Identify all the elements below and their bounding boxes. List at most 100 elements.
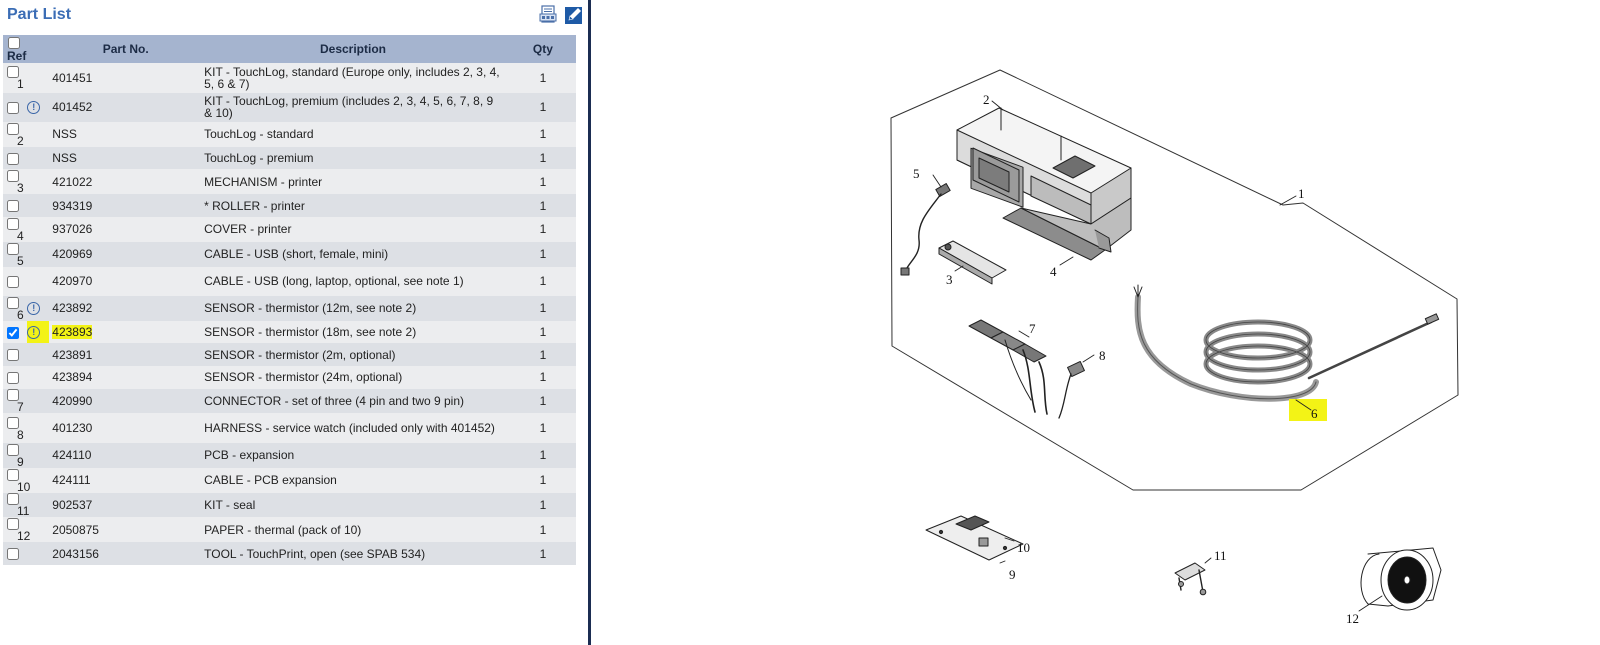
row-ref-cell: 1 [3, 63, 28, 93]
row-select-checkbox[interactable] [7, 101, 19, 114]
row-part-number: 423893 [49, 320, 200, 344]
part-number-text: 423893 [52, 325, 93, 340]
pdf-print-icon[interactable] [539, 5, 559, 25]
row-ref-cell: 8 [3, 413, 28, 443]
callout-8[interactable]: 8 [1099, 348, 1106, 363]
callout-10[interactable]: 10 [1017, 540, 1030, 555]
row-note-cell: ! [27, 92, 50, 122]
table-row[interactable]: ! 401452 KIT - TouchLog, premium (includes… [3, 92, 576, 122]
thermal-paper-drawing [1360, 547, 1442, 611]
table-row[interactable]: ! 423893 SENSOR - thermistor (18m, see not… [3, 320, 576, 344]
edit-pencil-icon[interactable] [564, 5, 584, 25]
row-select-checkbox[interactable] [7, 547, 19, 560]
table-row[interactable]: 12 2050875 PAPER - thermal (pack of 10) 1 [3, 517, 576, 543]
row-description: CONNECTOR - set of three (4 pin and two … [199, 388, 510, 414]
table-row[interactable]: 1 401451 KIT - TouchLog, standard (Europe … [3, 63, 576, 93]
row-qty: 1 [509, 320, 576, 344]
table-row[interactable]: 5 420969 CABLE - USB (short, female, mini)… [3, 241, 576, 268]
row-select-checkbox[interactable] [7, 275, 19, 288]
table-row[interactable]: 3 421022 MECHANISM - printer 1 [3, 169, 576, 195]
select-all-checkbox[interactable] [8, 36, 20, 49]
part-number-text: 420990 [52, 394, 93, 409]
callout-6[interactable]: 6 [1311, 406, 1318, 421]
table-row[interactable]: NSS TouchLog - premium 1 [3, 146, 576, 170]
row-description: SENSOR - thermistor (18m, see note 2) [199, 320, 510, 344]
row-ref-cell: 11 [3, 492, 29, 518]
row-part-number: 934319 [49, 194, 200, 217]
row-select-checkbox[interactable] [7, 326, 19, 339]
row-select-checkbox[interactable] [7, 443, 19, 456]
row-note-cell [27, 388, 50, 414]
table-row[interactable]: 6! 423892 SENSOR - thermistor (12m, see no… [3, 296, 576, 321]
table-row[interactable]: 420970 CABLE - USB (long, laptop, optiona… [3, 266, 576, 296]
row-select-checkbox[interactable] [7, 199, 19, 212]
row-description: TouchLog - premium [199, 146, 510, 170]
row-note-cell [27, 366, 50, 389]
row-select-checkbox[interactable] [7, 371, 19, 384]
row-ref-number: 8 [17, 427, 24, 442]
row-part-number: 423894 [49, 366, 200, 389]
part-number-text: 401451 [52, 70, 93, 85]
row-qty: 1 [509, 343, 576, 367]
row-ref-cell: 10 [3, 467, 30, 493]
callout-5[interactable]: 5 [913, 166, 920, 181]
row-description: KIT - seal [199, 492, 510, 518]
table-row[interactable]: 4 937026 COVER - printer 1 [3, 216, 576, 242]
part-number-text: 2050875 [52, 522, 99, 537]
row-description: HARNESS - service watch (included only w… [199, 413, 510, 443]
table-row[interactable]: 10 424111 CABLE - PCB expansion 1 [3, 467, 576, 493]
table-row[interactable]: 7 420990 CONNECTOR - set of three (4 pin a… [3, 388, 576, 414]
callout-7[interactable]: 7 [1029, 321, 1036, 336]
row-ref-number: 5 [17, 253, 24, 268]
row-select-checkbox[interactable] [7, 242, 19, 255]
table-row[interactable]: 11 902537 KIT - seal 1 [3, 492, 576, 518]
row-description: CABLE - PCB expansion [199, 467, 510, 493]
row-qty: 1 [509, 169, 576, 195]
row-ref-cell [3, 366, 28, 389]
info-note-icon[interactable]: ! [27, 302, 41, 316]
row-select-checkbox[interactable] [7, 152, 19, 165]
table-row[interactable]: 2043156 TOOL - TouchPrint, open (see SPAB… [3, 542, 576, 565]
parts-table: Ref Part No. Description Qty 1 401451 KIT … [3, 35, 576, 565]
row-select-checkbox[interactable] [7, 468, 19, 481]
row-ref-cell: 2 [3, 122, 28, 147]
row-ref-cell [3, 343, 28, 367]
row-qty: 1 [509, 63, 576, 93]
row-qty: 1 [509, 122, 576, 147]
row-ref-cell [3, 194, 28, 217]
row-select-checkbox[interactable] [7, 416, 19, 429]
callout-12[interactable]: 12 [1346, 611, 1359, 626]
info-note-icon[interactable]: ! [27, 100, 41, 114]
callout-4[interactable]: 4 [1050, 264, 1057, 279]
row-description: KIT - TouchLog, premium (includes 2, 3, … [199, 92, 510, 122]
row-select-checkbox[interactable] [7, 217, 19, 230]
info-note-icon[interactable]: ! [27, 325, 41, 339]
exploded-parts-diagram: 1 2 3 4 5 6 7 8 9 10 11 12 [890, 69, 1459, 626]
callout-9[interactable]: 9 [1009, 567, 1016, 582]
table-row[interactable]: 8 401230 HARNESS - service watch (included… [3, 413, 576, 443]
callout-11[interactable]: 11 [1214, 548, 1227, 563]
table-row[interactable]: 2 NSS TouchLog - standard 1 [3, 122, 576, 147]
row-description: * ROLLER - printer [199, 194, 510, 217]
row-select-checkbox[interactable] [7, 349, 19, 362]
exploded-diagram-panel: 1 2 3 4 5 6 7 8 9 10 11 12 [591, 0, 1600, 645]
row-ref-cell: 9 [3, 442, 28, 468]
callout-3[interactable]: 3 [946, 272, 953, 287]
row-part-number: 423891 [49, 343, 200, 367]
part-number-text: 2043156 [52, 546, 99, 561]
callout-1[interactable]: 1 [1298, 186, 1305, 201]
part-number-text: 424111 [52, 473, 91, 488]
table-row[interactable]: 423894 SENSOR - thermistor (24m, optional… [3, 366, 576, 389]
row-note-cell [27, 169, 50, 195]
row-note-cell [27, 122, 50, 147]
table-row[interactable]: 423891 SENSOR - thermistor (2m, optional)… [3, 343, 576, 367]
row-part-number: NSS [49, 122, 200, 147]
row-qty: 1 [509, 92, 576, 122]
table-row[interactable]: 934319 * ROLLER - printer 1 [3, 194, 576, 217]
row-part-number: 2050875 [49, 517, 200, 543]
row-description: KIT - TouchLog, standard (Europe only, i… [199, 63, 510, 93]
row-part-number: 424111 [49, 467, 200, 493]
row-note-cell [27, 413, 50, 443]
callout-2[interactable]: 2 [983, 92, 990, 107]
table-row[interactable]: 9 424110 PCB - expansion 1 [3, 442, 576, 468]
